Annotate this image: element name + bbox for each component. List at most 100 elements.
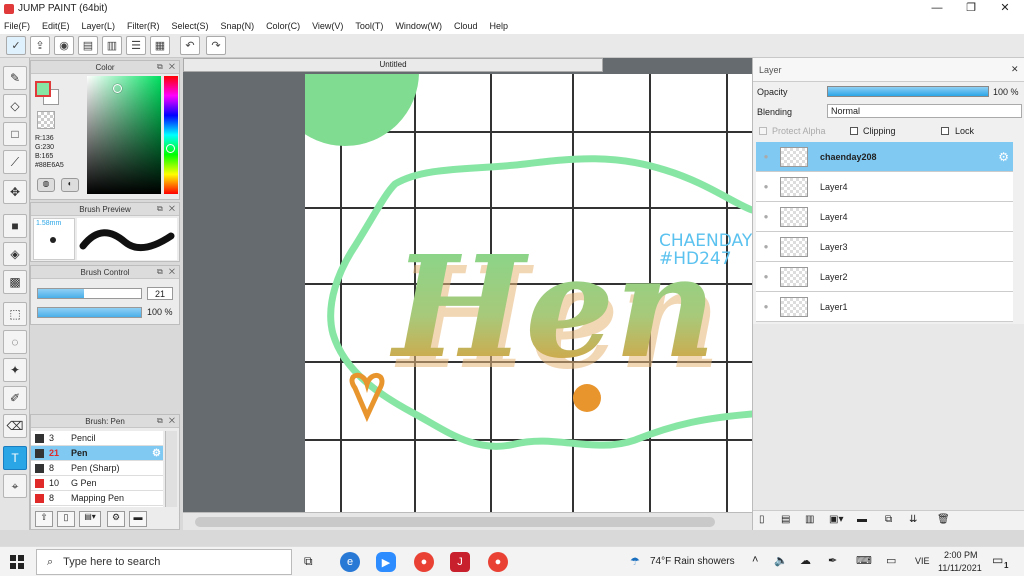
merge-layer-icon[interactable]: ⇊ bbox=[909, 514, 917, 525]
menu-filter[interactable]: Filter(R) bbox=[127, 21, 160, 31]
brush-list-item[interactable]: 3 Pencil bbox=[31, 431, 163, 446]
menu-help[interactable]: Help bbox=[489, 21, 508, 31]
canvas-tab[interactable]: Untitled bbox=[183, 58, 603, 72]
message-icon[interactable]: ▤ bbox=[78, 36, 98, 55]
menu-color[interactable]: Color(C) bbox=[266, 21, 300, 31]
clock-time[interactable]: 2:00 PM bbox=[944, 550, 978, 560]
zoom-icon[interactable]: ▶ bbox=[376, 552, 396, 572]
upload-brush-icon[interactable]: ⇧ bbox=[35, 511, 53, 527]
cloud-sync-icon[interactable]: ✓ bbox=[6, 36, 26, 55]
weather-text[interactable]: 74°F Rain showers bbox=[650, 556, 735, 567]
brush-size-slider[interactable] bbox=[37, 288, 142, 299]
layer-settings-icon[interactable]: ⚙ bbox=[998, 150, 1009, 164]
blending-select[interactable]: Normal bbox=[827, 104, 1022, 118]
brush-settings-icon[interactable]: ⚙ bbox=[107, 511, 125, 527]
eraser-tool-icon[interactable]: ◇ bbox=[3, 94, 27, 118]
layer-row[interactable]: ● Layer4 bbox=[756, 202, 1013, 232]
layer-row[interactable]: ● Layer1 bbox=[756, 292, 1013, 322]
menu-file[interactable]: File(F) bbox=[4, 21, 30, 31]
new-brush-icon[interactable]: ▯ bbox=[57, 511, 75, 527]
new-layer-icon[interactable]: ▯ bbox=[759, 514, 765, 525]
chrome-profile-icon[interactable]: ● bbox=[488, 552, 508, 572]
add-layer-menu-icon[interactable]: ▣▾ bbox=[829, 514, 843, 525]
foreground-color-swatch[interactable] bbox=[35, 81, 51, 97]
lasso-icon[interactable]: ◌ bbox=[3, 330, 27, 354]
clock-date[interactable]: 11/11/2021 bbox=[938, 563, 982, 573]
edge-icon[interactable]: e bbox=[340, 552, 360, 572]
volume-icon[interactable]: 🔈 bbox=[774, 554, 788, 567]
layer-row[interactable]: ● Layer4 bbox=[756, 172, 1013, 202]
brush-list-item[interactable]: 8 Mapping Pen bbox=[31, 491, 163, 506]
layer-row[interactable]: ● Layer3 bbox=[756, 232, 1013, 262]
notification-icon[interactable]: ▭ bbox=[992, 553, 1003, 567]
panel-close-icon[interactable]: ⧉ ✕ bbox=[157, 267, 177, 277]
layer-visibility-icon[interactable]: ● bbox=[756, 182, 776, 191]
brush-size-input[interactable]: 21 bbox=[147, 287, 173, 300]
undo-icon[interactable]: ↶ bbox=[180, 36, 200, 55]
brush-folder-icon[interactable]: ▬ bbox=[129, 511, 147, 527]
horizontal-scrollbar[interactable] bbox=[183, 512, 752, 530]
close-button[interactable]: ✕ bbox=[988, 0, 1022, 17]
delete-layer-icon[interactable]: 🗑 bbox=[937, 514, 950, 525]
layer-visibility-icon[interactable]: ● bbox=[756, 212, 776, 221]
select-rect-icon[interactable]: ⬚ bbox=[3, 302, 27, 326]
new-vector-layer-icon[interactable]: ▥ bbox=[805, 514, 814, 525]
hue-cursor[interactable] bbox=[166, 144, 175, 153]
chevron-up-icon[interactable]: ˄ bbox=[752, 554, 758, 566]
eyedropper-icon[interactable]: ◐ bbox=[61, 178, 79, 192]
menu-tool[interactable]: Tool(T) bbox=[355, 21, 383, 31]
panel-close-icon[interactable]: ⧉ ✕ bbox=[157, 204, 177, 214]
brush-tool-icon[interactable]: ✎ bbox=[3, 66, 27, 90]
chrome-icon[interactable]: ● bbox=[414, 552, 434, 572]
bucket-tool-icon[interactable]: ◈ bbox=[3, 242, 27, 266]
comment-icon[interactable]: ◉ bbox=[54, 36, 74, 55]
color-picker-cursor[interactable] bbox=[113, 84, 122, 93]
menu-edit[interactable]: Edit(E) bbox=[42, 21, 70, 31]
duplicate-layer-icon[interactable]: ⧉ bbox=[885, 514, 892, 525]
minimize-button[interactable]: — bbox=[920, 0, 954, 17]
layer-visibility-icon[interactable]: ● bbox=[756, 152, 776, 161]
eyedropper-tool-icon[interactable]: ⌖ bbox=[3, 474, 27, 498]
menu-window[interactable]: Window(W) bbox=[395, 21, 442, 31]
brush-settings-icon[interactable]: ⚙ bbox=[152, 448, 161, 459]
layer-visibility-icon[interactable]: ● bbox=[756, 272, 776, 281]
jump-paint-icon[interactable]: J bbox=[450, 552, 470, 572]
menu-cloud[interactable]: Cloud bbox=[454, 21, 478, 31]
share-icon[interactable]: ⇪ bbox=[30, 36, 50, 55]
text-tool-icon[interactable]: T bbox=[3, 446, 27, 470]
brush-list-scrollbar[interactable] bbox=[165, 431, 177, 507]
layer-visibility-icon[interactable]: ● bbox=[756, 242, 776, 251]
maximize-button[interactable]: ❐ bbox=[954, 0, 988, 17]
taskbar-search[interactable]: ⌕ Type here to search bbox=[36, 549, 292, 575]
cloud-icon[interactable]: ☁ bbox=[800, 554, 811, 567]
layer-row[interactable]: ● chaenday208 ⚙ bbox=[756, 142, 1013, 172]
layer-folder-icon[interactable]: ▬ bbox=[857, 514, 867, 525]
gradient-tool-icon[interactable]: ▩ bbox=[3, 270, 27, 294]
transparent-swatch[interactable] bbox=[37, 111, 55, 129]
pen-icon[interactable]: ✒ bbox=[828, 554, 837, 567]
new-raster-layer-icon[interactable]: ▤ bbox=[781, 514, 790, 525]
brush-list-item[interactable]: 10 G Pen bbox=[31, 476, 163, 491]
move-tool-icon[interactable]: ✥ bbox=[3, 180, 27, 204]
palette-icon[interactable]: ◍ bbox=[37, 178, 55, 192]
scroll-thumb[interactable] bbox=[195, 517, 715, 527]
drawing-canvas[interactable]: Hen Hen CHAENDAY2 #HD247 bbox=[305, 74, 752, 512]
task-view-icon[interactable]: ⧉ bbox=[304, 554, 313, 569]
document-icon[interactable]: ▥ bbox=[102, 36, 122, 55]
saturation-value-picker[interactable] bbox=[87, 76, 161, 194]
display-icon[interactable]: ▭ bbox=[886, 554, 896, 567]
layer-visibility-icon[interactable]: ● bbox=[756, 302, 776, 311]
fill-rect-tool-icon[interactable]: ■ bbox=[3, 214, 27, 238]
start-icon[interactable] bbox=[10, 555, 24, 569]
panel-close-icon[interactable]: ✕ bbox=[1011, 64, 1019, 75]
line-tool-icon[interactable]: ⟋ bbox=[3, 150, 27, 174]
menu-snap[interactable]: Snap(N) bbox=[221, 21, 255, 31]
select-eraser-icon[interactable]: ⌫ bbox=[3, 414, 27, 438]
panel-close-icon[interactable]: ⧉ ✕ bbox=[157, 416, 177, 426]
menu-select[interactable]: Select(S) bbox=[172, 21, 209, 31]
language-indicator[interactable]: VIE bbox=[915, 556, 930, 566]
menu-view[interactable]: View(V) bbox=[312, 21, 343, 31]
select-pen-icon[interactable]: ✐ bbox=[3, 386, 27, 410]
protect-alpha-checkbox[interactable] bbox=[759, 127, 767, 135]
brush-opacity-slider[interactable] bbox=[37, 307, 142, 318]
